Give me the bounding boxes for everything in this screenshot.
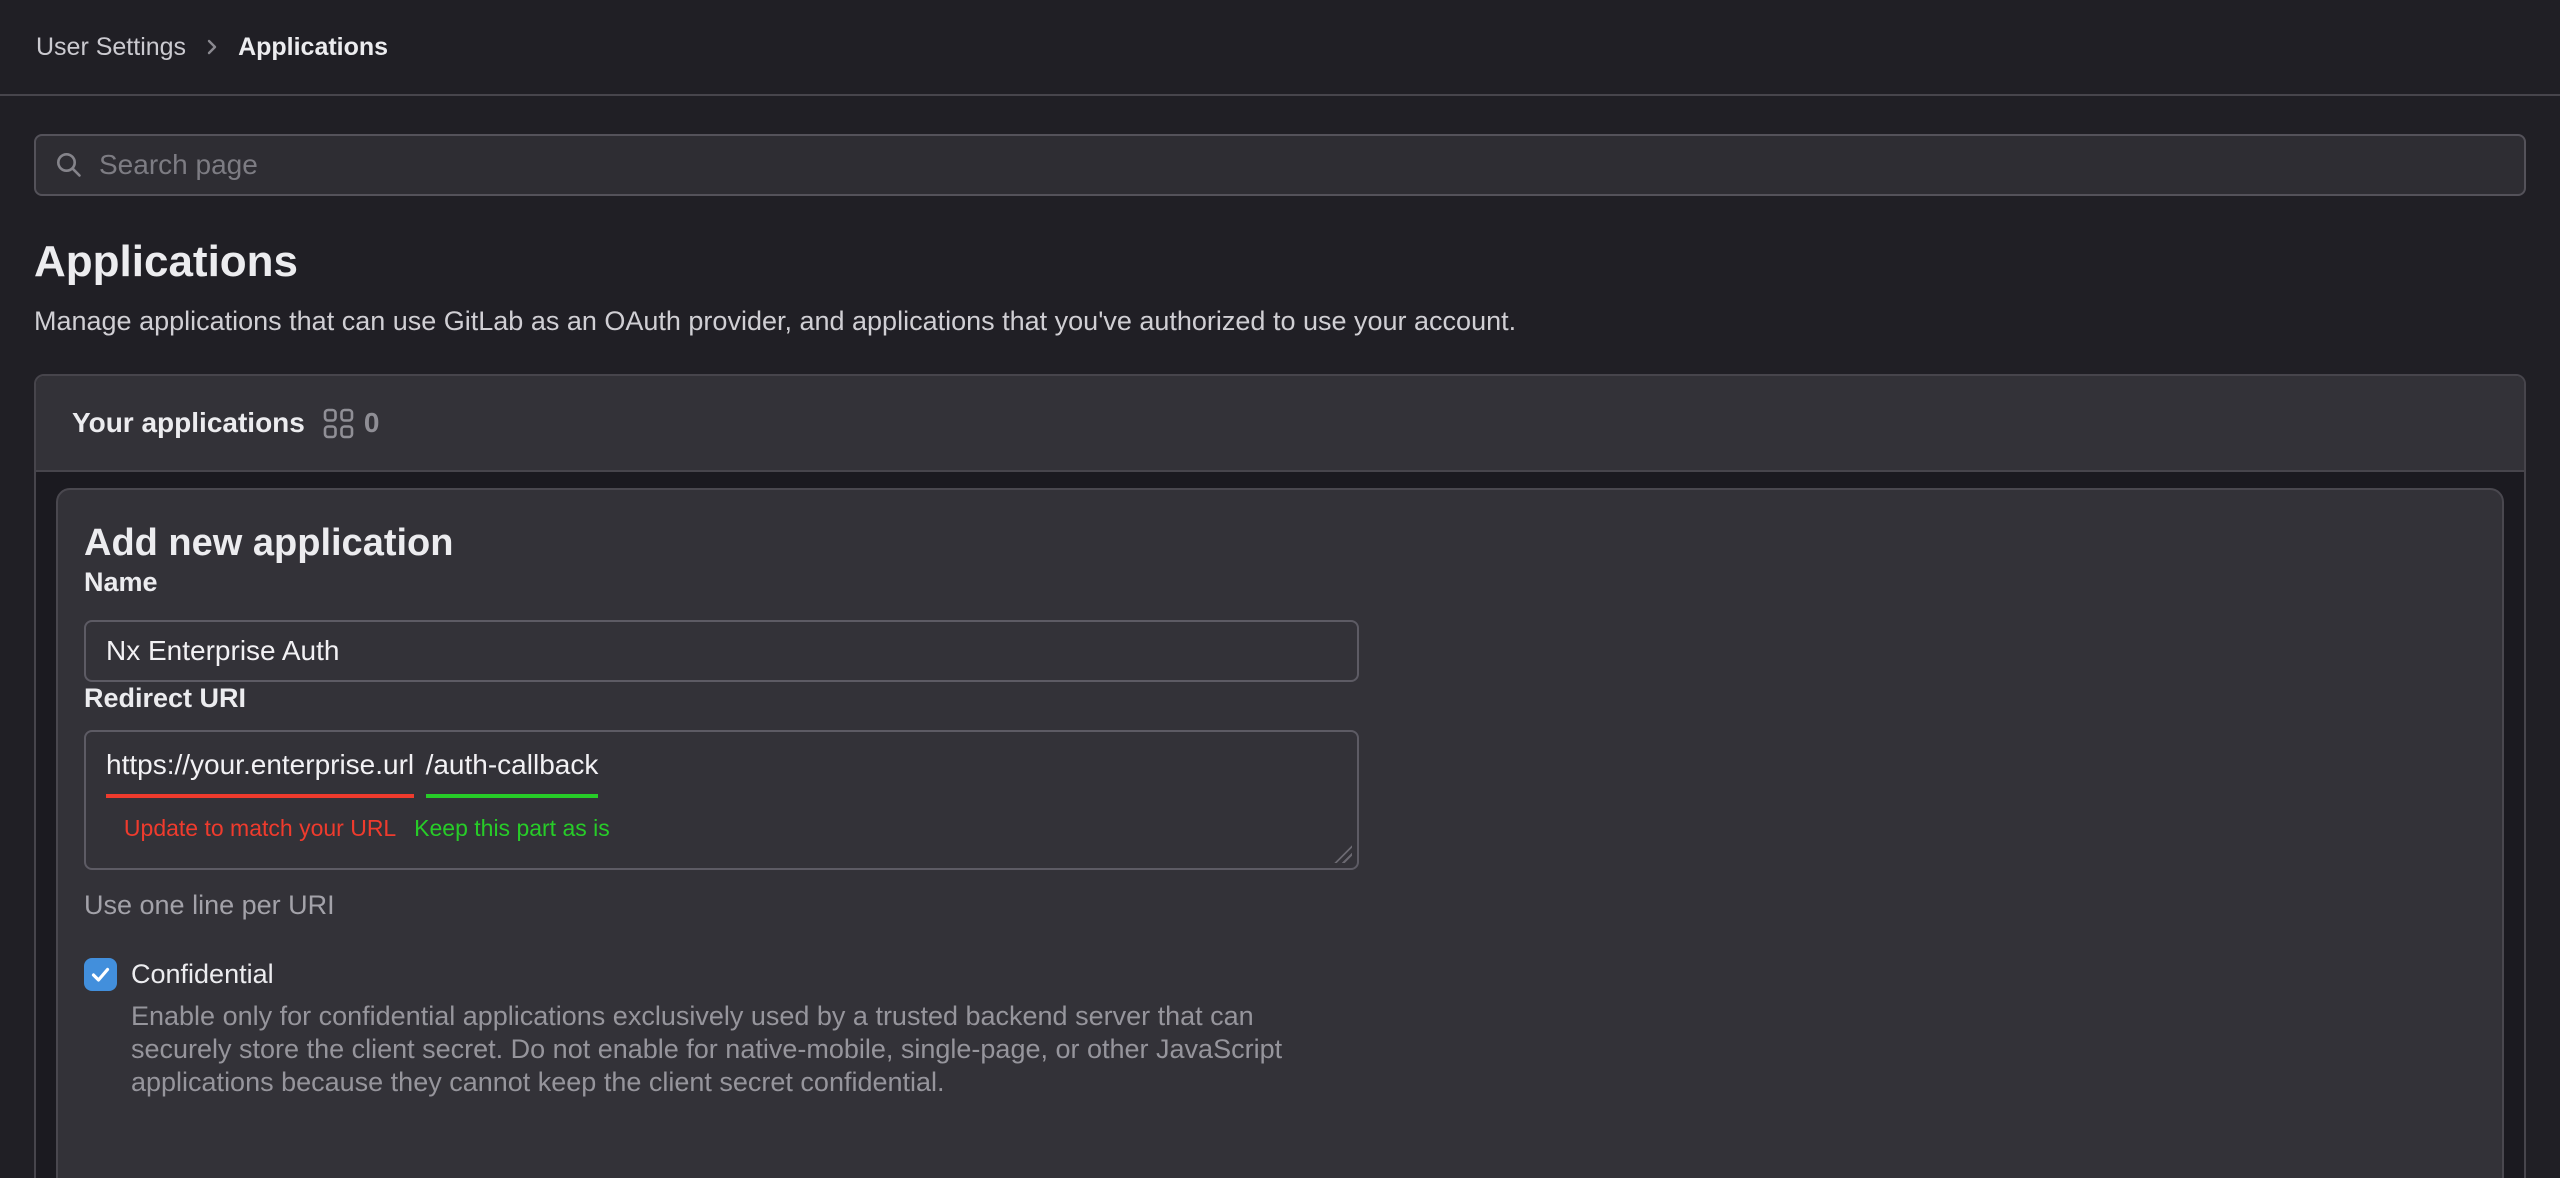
- redirect-uri-label: Redirect URI: [84, 683, 246, 713]
- your-applications-card: Your applications 0 Add new application …: [34, 374, 2526, 1178]
- applications-count-wrap: 0: [323, 407, 380, 439]
- redirect-uri-host-text: https://your.enterprise.url: [106, 748, 414, 798]
- search-page-box[interactable]: [34, 134, 2526, 196]
- textarea-resize-handle[interactable]: [1334, 845, 1352, 863]
- breadcrumb-user-settings[interactable]: User Settings: [36, 33, 186, 62]
- page-description: Manage applications that can use GitLab …: [34, 304, 2526, 338]
- redirect-uri-path-annotation: Keep this part as is: [414, 814, 610, 842]
- page-content: Applications Manage applications that ca…: [0, 134, 2560, 1178]
- redirect-uri-host-part: https://your.enterprise.url Update to ma…: [106, 748, 414, 842]
- breadcrumb-applications: Applications: [238, 33, 388, 62]
- breadcrumb: User Settings Applications: [36, 33, 388, 62]
- applications-grid-icon: [323, 408, 354, 439]
- top-navigation-bar: User Settings Applications: [0, 0, 2560, 96]
- application-name-input[interactable]: [84, 620, 1359, 682]
- your-applications-title: Your applications: [72, 407, 305, 439]
- chevron-right-icon: [202, 37, 222, 57]
- redirect-uri-value-line: https://your.enterprise.url Update to ma…: [106, 748, 1337, 842]
- page-title: Applications: [34, 236, 2526, 288]
- checkmark-icon: [89, 963, 112, 986]
- your-applications-header: Your applications 0: [36, 376, 2524, 472]
- confidential-checkbox-row: Confidential: [84, 958, 2476, 991]
- add-new-application-title: Add new application: [84, 520, 2476, 566]
- search-icon: [54, 150, 84, 180]
- name-label: Name: [84, 567, 158, 597]
- search-input[interactable]: [99, 149, 2506, 181]
- redirect-uri-textarea[interactable]: https://your.enterprise.url Update to ma…: [84, 730, 1359, 870]
- add-new-application-card: Add new application Name Redirect URI ht…: [56, 488, 2504, 1178]
- redirect-uri-path-text: /auth-callback: [426, 748, 599, 798]
- redirect-uri-path-part: /auth-callback Keep this part as is: [414, 748, 610, 842]
- confidential-label[interactable]: Confidential: [131, 958, 274, 991]
- your-applications-body: Add new application Name Redirect URI ht…: [36, 472, 2524, 1178]
- applications-count-badge: 0: [364, 407, 380, 439]
- confidential-checkbox[interactable]: [84, 958, 117, 991]
- redirect-uri-helper: Use one line per URI: [84, 888, 2476, 922]
- redirect-uri-host-annotation: Update to match your URL: [124, 814, 396, 842]
- confidential-help-text: Enable only for confidential application…: [131, 1000, 1361, 1099]
